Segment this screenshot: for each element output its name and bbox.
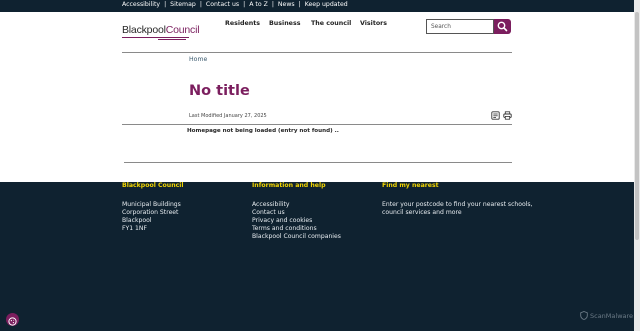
footer-heading: Find my nearest: [382, 182, 439, 189]
address-line: Blackpool: [122, 217, 152, 224]
search-input[interactable]: Search: [426, 19, 494, 34]
utility-link-sitemap[interactable]: Sitemap: [170, 1, 196, 8]
separator: |: [199, 1, 202, 8]
footer-link-contact[interactable]: Contact us: [252, 209, 285, 216]
utility-bar: Accessibility | Sitemap | Contact us | A…: [0, 0, 634, 12]
utility-link-accessibility[interactable]: Accessibility: [122, 1, 160, 8]
footer-link-companies[interactable]: Blackpool Council companies: [252, 233, 341, 240]
footer-heading: Information and help: [252, 182, 326, 189]
utility-link-contact[interactable]: Contact us: [206, 1, 239, 8]
utility-link-news[interactable]: News: [278, 1, 295, 8]
cookie-settings-button[interactable]: [6, 313, 19, 326]
divider: [124, 162, 512, 163]
search-button[interactable]: [494, 19, 511, 34]
page-tools: [491, 111, 513, 121]
separator: |: [271, 1, 274, 8]
separator: |: [243, 1, 246, 8]
address-line: FY1 1NF: [122, 225, 147, 232]
scrollbar-thumb[interactable]: [635, 12, 639, 240]
footer-heading: Blackpool Council: [122, 182, 184, 189]
logo-text-blackpool: Blackpool: [122, 24, 166, 36]
separator: |: [298, 1, 301, 8]
separator: |: [164, 1, 167, 8]
utility-links: Accessibility | Sitemap | Contact us | A…: [122, 1, 348, 8]
nav-the-council[interactable]: The council: [311, 20, 351, 27]
footer-link-accessibility[interactable]: Accessibility: [252, 201, 290, 208]
utility-link-keep-updated[interactable]: Keep updated: [305, 1, 348, 8]
print-icon[interactable]: [503, 111, 512, 120]
scanmalware-badge: ScanMalware: [580, 311, 633, 320]
find-nearest-text: Enter your postcode to find your nearest…: [382, 201, 533, 208]
utility-link-a-to-z[interactable]: A to Z: [249, 1, 268, 8]
logo-swoosh: [122, 37, 189, 38]
divider: [122, 124, 512, 125]
logo-swoosh-secondary: [158, 39, 186, 40]
footer-link-terms[interactable]: Terms and conditions: [252, 225, 317, 232]
logo-text-council: Council: [165, 24, 200, 36]
search-form: Search: [426, 19, 511, 34]
search-icon: [497, 21, 508, 32]
nav-business[interactable]: Business: [269, 20, 300, 27]
scanmalware-label: ScanMalware: [590, 311, 634, 320]
address-line: Corporation Street: [122, 209, 179, 216]
address-line: Municipal Buildings: [122, 201, 181, 208]
breadcrumb-home[interactable]: Home: [189, 56, 207, 63]
shield-icon: [580, 311, 588, 320]
site-footer: Blackpool Council Municipal Buildings Co…: [0, 182, 634, 331]
site-logo[interactable]: BlackpoolCouncil: [122, 24, 200, 36]
nav-residents[interactable]: Residents: [225, 20, 260, 27]
cookie-icon: [8, 317, 17, 326]
last-modified: Last Modified January 27, 2025: [189, 113, 267, 119]
content-message: Homepage not being loaded (entry not fou…: [187, 128, 339, 134]
page-title: No title: [189, 83, 250, 99]
find-nearest-text: council services and more: [382, 209, 462, 216]
footer-link-privacy[interactable]: Privacy and cookies: [252, 217, 312, 224]
page-scrollbar[interactable]: [634, 0, 640, 331]
divider: [122, 52, 512, 53]
nav-visitors[interactable]: Visitors: [360, 20, 387, 27]
save-page-icon[interactable]: [491, 111, 500, 120]
